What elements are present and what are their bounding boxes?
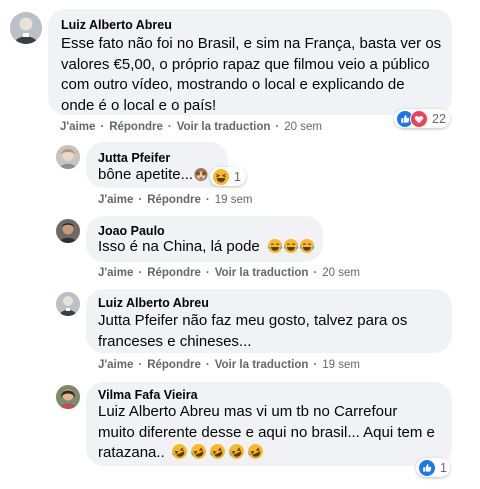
avatar-luiz-alberto-abreu[interactable] (56, 292, 80, 316)
timestamp[interactable]: 20 sem (322, 267, 360, 279)
see-no-evil-monkey-icon (193, 166, 209, 182)
comment-author[interactable]: Jutta Pfeifer (98, 151, 170, 165)
comment-text-line: Luiz Alberto Abreu mas vi um tb no Carre… (98, 403, 398, 420)
reply-button[interactable]: Répondre (147, 267, 201, 279)
comment-author[interactable]: Luiz Alberto Abreu (61, 18, 172, 32)
rolling-on-floor-laughing-icon (171, 443, 188, 460)
reply-button[interactable]: Répondre (147, 359, 201, 371)
comment-text-line: Esse fato não foi no Brasil, e sim na Fr… (61, 35, 442, 52)
comment-text-line: ratazana.. (98, 444, 165, 461)
tears-of-joy-icon (299, 238, 315, 254)
avatar-vilma-fafa-vieira[interactable] (56, 385, 80, 409)
like-button[interactable]: J'aime (60, 121, 95, 133)
comment-author[interactable]: Luiz Alberto Abreu (98, 296, 209, 310)
comment-text-line: bône apetite... (98, 166, 194, 183)
comment-text: Jutta Pfeifer não faz meu gosto, talvez … (98, 311, 407, 352)
like-button[interactable]: J'aime (98, 359, 133, 371)
avatar-jutta-pfeifer[interactable] (56, 145, 80, 169)
comment-actions: J'aime · Répondre · 19 sem (98, 194, 253, 206)
comment-text-line: Isso é na China, lá pode (98, 238, 260, 255)
tears-of-joy-icon (267, 238, 283, 254)
avatar-joao-paulo[interactable] (56, 219, 80, 243)
see-translation-button[interactable]: Voir la traduction (215, 359, 309, 371)
love-icon (410, 109, 428, 128)
rolling-on-floor-laughing-icon (247, 443, 264, 460)
timestamp[interactable]: 19 sem (215, 194, 253, 206)
comment-actions: J'aime · Répondre · Voir la traduction · 20… (60, 121, 322, 133)
comment-text: Isso é na China, lá pode (98, 237, 315, 258)
rolling-on-floor-laughing-icon (190, 443, 207, 460)
rolling-on-floor-laughing-icon (209, 443, 226, 460)
comment-actions: J'aime · Répondre · Voir la traduction · 19… (98, 359, 360, 371)
comment-text-line: com outro vídeo, mostrando o local e exp… (61, 76, 405, 93)
comment-text: bône apetite... (98, 165, 209, 186)
like-icon (418, 458, 436, 477)
comment-actions: J'aime · Répondre · Voir la traduction · 20… (98, 267, 360, 279)
comment-text-line: Jutta Pfeifer não faz meu gosto, talvez … (98, 312, 408, 329)
reaction-count: 22 (432, 111, 446, 126)
comment-text-line: muito diferente desse e aqui no brasil..… (98, 423, 435, 441)
comment-author[interactable]: Joao Paulo (98, 224, 165, 238)
timestamp[interactable]: 20 sem (284, 121, 322, 133)
reactions-summary[interactable]: 1 (416, 458, 450, 477)
reaction-count: 1 (440, 460, 447, 475)
comment-text: Esse fato não foi no Brasil, e sim na Fr… (61, 34, 441, 116)
reaction-count: 1 (234, 169, 241, 184)
rolling-on-floor-laughing-icon (228, 443, 245, 460)
comment-author[interactable]: Vilma Fafa Vieira (98, 388, 198, 402)
see-translation-button[interactable]: Voir la traduction (215, 267, 309, 279)
comment-text-line: onde é o local e o país! (61, 96, 217, 114)
comment-text: Luiz Alberto Abreu mas vi um tb no Carre… (98, 402, 435, 464)
haha-icon (212, 167, 230, 186)
reply-button[interactable]: Répondre (147, 194, 201, 206)
timestamp[interactable]: 19 sem (322, 359, 360, 371)
comment-text-line: franceses e chineses... (98, 332, 252, 350)
reply-button[interactable]: Répondre (109, 121, 163, 133)
tears-of-joy-icon (283, 238, 299, 254)
avatar-luiz-alberto-abreu[interactable] (10, 12, 42, 44)
reactions-summary[interactable]: 1 (210, 167, 246, 186)
reactions-summary[interactable]: 22 (394, 109, 450, 128)
see-translation-button[interactable]: Voir la traduction (177, 121, 271, 133)
like-button[interactable]: J'aime (98, 194, 133, 206)
comment-text-line: valores €5,00, o próprio rapaz que filmo… (61, 55, 430, 73)
like-button[interactable]: J'aime (98, 267, 133, 279)
